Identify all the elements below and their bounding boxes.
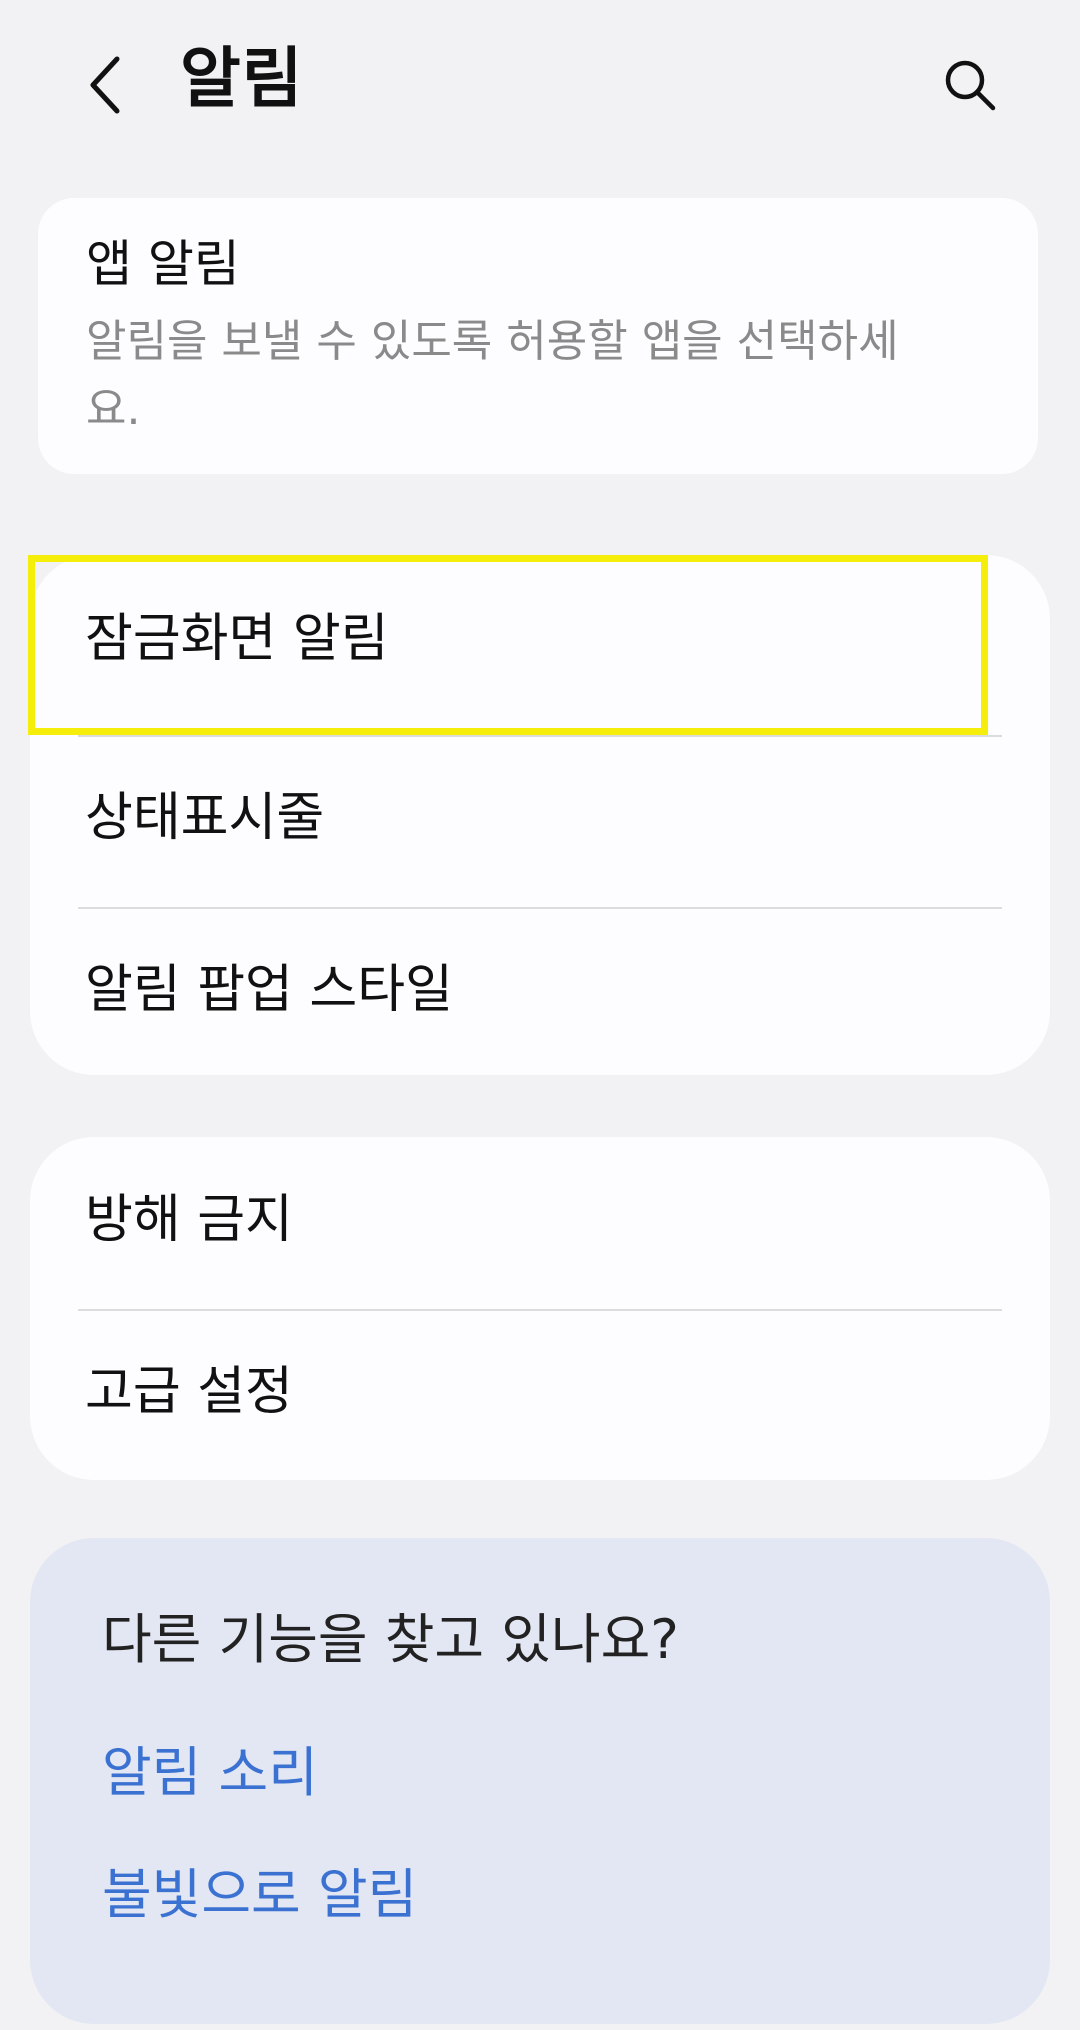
- status-bar-label: 상태표시줄: [85, 788, 325, 848]
- notification-sounds-link[interactable]: 알림 소리: [102, 1741, 318, 1806]
- back-button[interactable]: [70, 45, 140, 125]
- app-notifications-item[interactable]: 앱 알림 알림을 보낼 수 있도록 허용할 앱을 선택하세요.: [38, 198, 1038, 474]
- notification-settings-group: 잠금화면 알림 상태표시줄 알림 팝업 스타일: [30, 555, 1050, 1075]
- search-icon: [945, 60, 996, 111]
- lock-screen-notifications-label: 잠금화면 알림: [85, 609, 389, 669]
- do-not-disturb-item[interactable]: 방해 금지: [30, 1137, 1050, 1309]
- page-title: 알림: [180, 40, 304, 117]
- suggestions-title: 다른 기능을 찾고 있나요?: [102, 1608, 679, 1671]
- status-bar-item[interactable]: 상태표시줄: [30, 737, 1050, 907]
- app-bar: 알림: [0, 0, 1080, 170]
- advanced-settings-item[interactable]: 고급 설정: [30, 1311, 1050, 1480]
- do-not-disturb-label: 방해 금지: [85, 1190, 293, 1250]
- advanced-settings-group: 방해 금지 고급 설정: [30, 1137, 1050, 1480]
- suggestions-card: 다른 기능을 찾고 있나요? 알림 소리 불빛으로 알림: [30, 1538, 1050, 2024]
- advanced-settings-label: 고급 설정: [85, 1362, 293, 1422]
- flash-notification-link[interactable]: 불빛으로 알림: [102, 1863, 417, 1928]
- back-arrow-icon: [90, 56, 120, 114]
- app-notifications-title: 앱 알림: [86, 235, 240, 293]
- app-notifications-description: 알림을 보낼 수 있도록 허용할 앱을 선택하세요.: [86, 316, 899, 435]
- notification-popup-style-label: 알림 팝업 스타일: [85, 960, 453, 1020]
- notification-popup-style-item[interactable]: 알림 팝업 스타일: [30, 909, 1050, 1075]
- search-button[interactable]: [930, 45, 1010, 125]
- lock-screen-notifications-item[interactable]: 잠금화면 알림: [30, 555, 1050, 735]
